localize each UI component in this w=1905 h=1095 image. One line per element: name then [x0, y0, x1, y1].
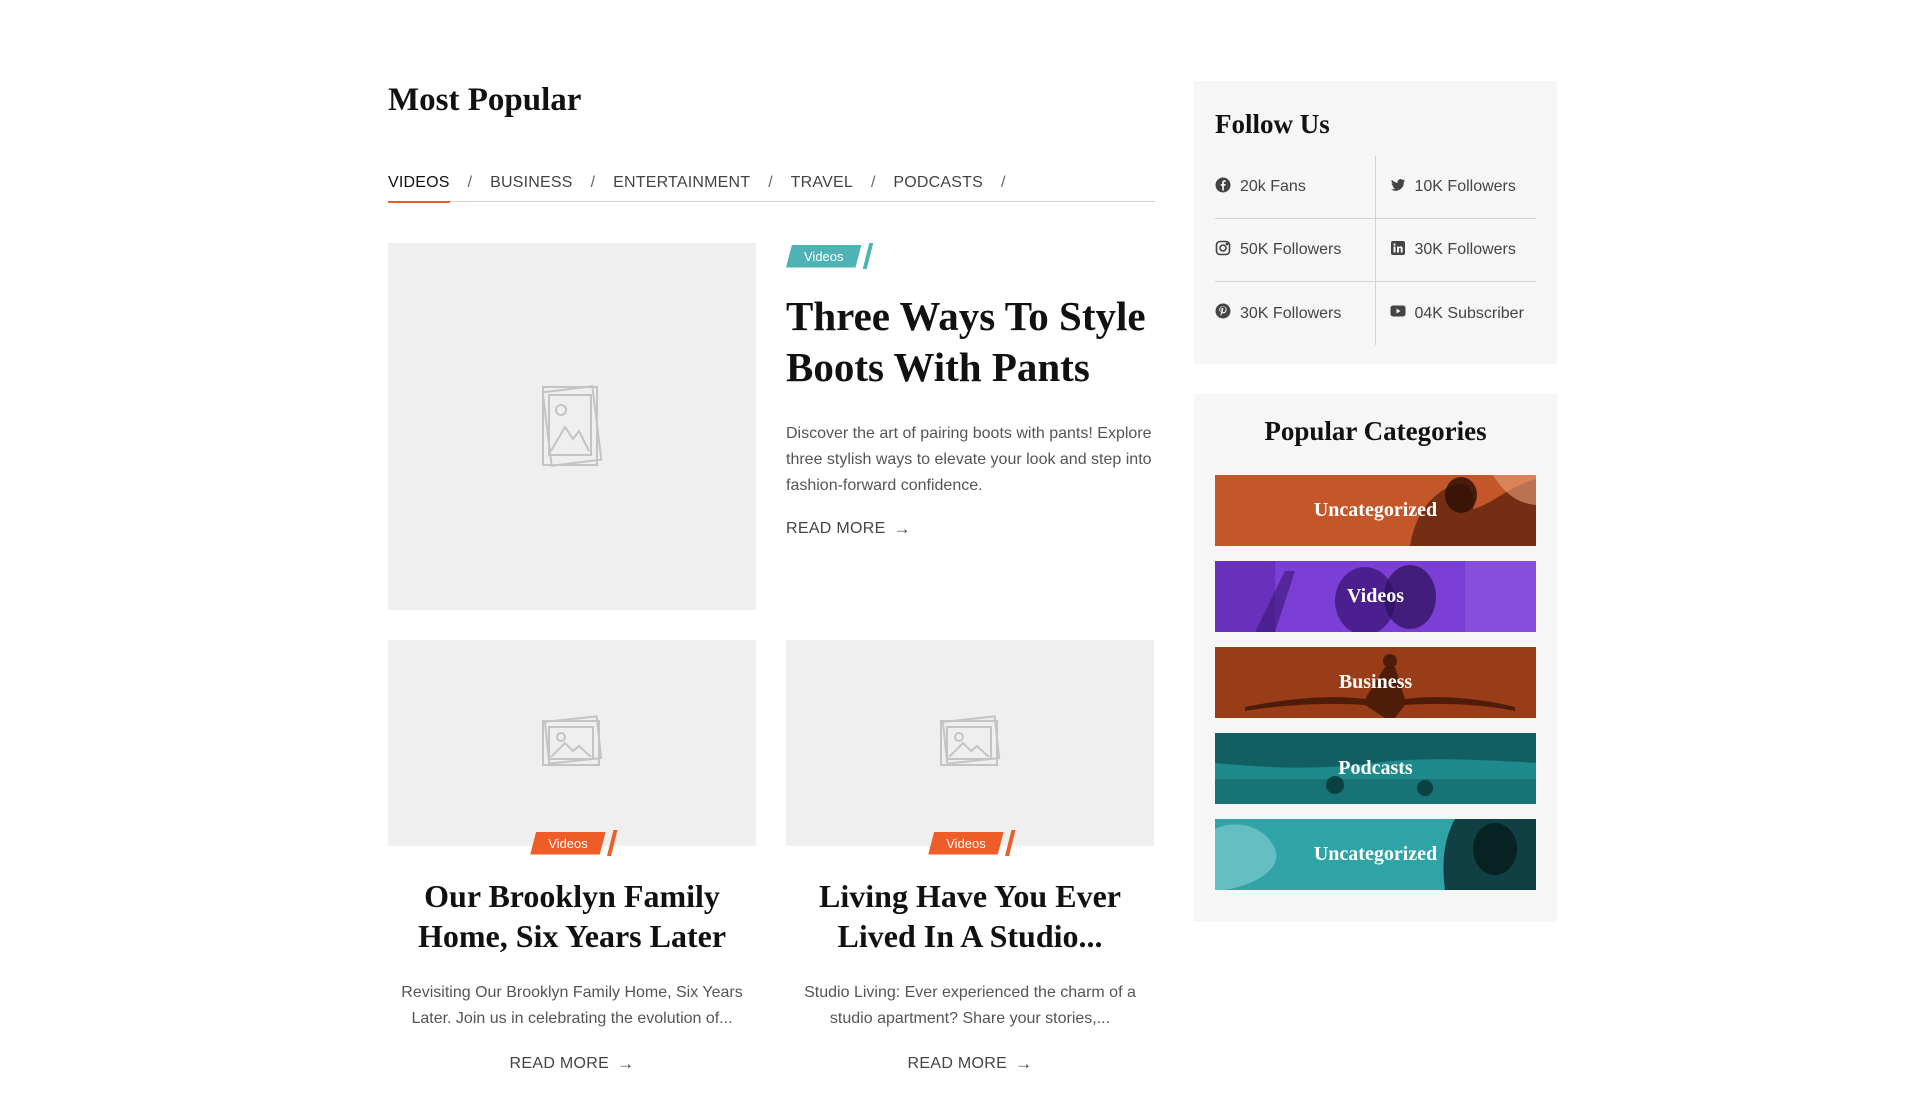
follow-us-title: Follow Us: [1215, 109, 1330, 139]
category-label: Business: [1338, 671, 1413, 693]
post-card-title[interactable]: Living Have You Ever Lived In A Studio..…: [786, 876, 1154, 956]
category-item-videos[interactable]: Videos: [1215, 561, 1536, 632]
linkedin-icon: [1390, 240, 1406, 261]
category-item-business[interactable]: Business: [1215, 647, 1536, 718]
featured-post-image[interactable]: [388, 243, 756, 610]
social-count: 50K Followers: [1240, 241, 1342, 258]
tab-podcasts[interactable]: PODCASTS: [893, 170, 983, 202]
category-label: Videos: [1346, 585, 1405, 607]
tab-separator: /: [768, 174, 773, 191]
social-count: 10K Followers: [1414, 178, 1516, 195]
read-more-label: READ MORE: [786, 520, 886, 537]
social-links: 20k Fans 10K Followers 50K Followers 30K…: [1215, 156, 1536, 345]
read-more-label: READ MORE: [509, 1055, 610, 1072]
post-card-title[interactable]: Our Brooklyn Family Home, Six Years Late…: [388, 876, 756, 956]
category-label: Podcasts: [1338, 757, 1413, 779]
popular-categories-title: Popular Categories: [1264, 416, 1487, 446]
post-card-excerpt: Studio Living: Ever experienced the char…: [804, 984, 1136, 1027]
instagram-link[interactable]: 50K Followers: [1215, 219, 1376, 282]
youtube-link[interactable]: 04K Subscriber: [1376, 282, 1537, 345]
follow-us-widget: Follow Us 20k Fans 10K Followers 50K Fol…: [1194, 81, 1557, 364]
instagram-icon: [1215, 240, 1231, 261]
arrow-right-icon: →: [617, 1054, 635, 1073]
tab-separator: /: [1001, 174, 1006, 191]
post-card: Videos Our Brooklyn Family Home, Six Yea…: [388, 640, 756, 1074]
tab-separator: /: [467, 174, 473, 191]
arrow-right-icon: →: [893, 519, 911, 538]
linkedin-link[interactable]: 30K Followers: [1375, 219, 1536, 282]
pinterest-icon: [1215, 303, 1231, 324]
tab-separator: /: [590, 174, 596, 191]
category-tabs: VIDEOS / BUSINESS / ENTERTAINMENT / TRAV…: [388, 170, 1155, 203]
tab-videos[interactable]: VIDEOS: [388, 170, 450, 203]
read-more-link[interactable]: READ MORE →: [510, 1054, 635, 1074]
post-card-image[interactable]: [786, 640, 1154, 846]
pinterest-link[interactable]: 30K Followers: [1215, 282, 1376, 345]
youtube-icon: [1390, 303, 1406, 324]
twitter-link[interactable]: 10K Followers: [1375, 156, 1536, 219]
category-item-uncategorized[interactable]: Uncategorized: [1215, 475, 1536, 546]
category-item-podcasts[interactable]: Podcasts: [1215, 733, 1536, 804]
tab-separator: /: [870, 174, 876, 191]
read-more-link[interactable]: READ MORE →: [908, 1054, 1033, 1074]
image-placeholder-icon: [539, 713, 605, 774]
badge-label: Videos: [928, 832, 1004, 855]
social-count: 30K Followers: [1240, 304, 1342, 322]
category-badge[interactable]: Videos: [786, 243, 873, 269]
tab-travel[interactable]: TRAVEL: [791, 170, 853, 202]
post-card: Videos Living Have You Ever Lived In A S…: [786, 640, 1154, 1074]
category-badge[interactable]: Videos: [928, 830, 1015, 856]
most-popular-section: Most Popular VIDEOS / BUSINESS / ENTERTA…: [388, 70, 1155, 1073]
social-count: 04K Subscriber: [1414, 304, 1524, 322]
category-list: Uncategorized Videos Business Podcasts U…: [1215, 475, 1536, 890]
read-more-link[interactable]: READ MORE →: [786, 519, 911, 539]
badge-slash: [862, 243, 873, 269]
read-more-label: READ MORE: [907, 1055, 1008, 1072]
popular-categories-widget: Popular Categories Uncategorized Videos: [1194, 394, 1557, 922]
twitter-icon: [1390, 177, 1406, 198]
category-badge[interactable]: Videos: [530, 830, 617, 856]
featured-post: Videos Three Ways To Style Boots With Pa…: [786, 243, 1156, 539]
category-item-uncategorized-2[interactable]: Uncategorized: [1215, 819, 1536, 890]
tab-business[interactable]: BUSINESS: [490, 170, 573, 202]
social-count: 30K Followers: [1414, 241, 1516, 258]
featured-post-excerpt: Discover the art of pairing boots with p…: [786, 425, 1152, 494]
badge-label: Videos: [786, 245, 862, 268]
facebook-icon: [1215, 177, 1231, 198]
featured-post-title[interactable]: Three Ways To Style Boots With Pants: [786, 291, 1156, 393]
social-count: 20k Fans: [1240, 178, 1306, 195]
badge-label: Videos: [530, 832, 606, 855]
post-card-excerpt: Revisiting Our Brooklyn Family Home, Six…: [401, 984, 743, 1027]
image-placeholder-icon: [539, 375, 605, 478]
image-placeholder-icon: [937, 713, 1003, 774]
section-title: Most Popular: [388, 82, 582, 118]
category-label: Uncategorized: [1313, 499, 1438, 521]
post-card-image[interactable]: [388, 640, 756, 846]
facebook-link[interactable]: 20k Fans: [1215, 156, 1376, 219]
arrow-right-icon: →: [1015, 1054, 1033, 1073]
tab-entertainment[interactable]: ENTERTAINMENT: [613, 170, 750, 202]
category-label: Uncategorized: [1313, 843, 1438, 865]
